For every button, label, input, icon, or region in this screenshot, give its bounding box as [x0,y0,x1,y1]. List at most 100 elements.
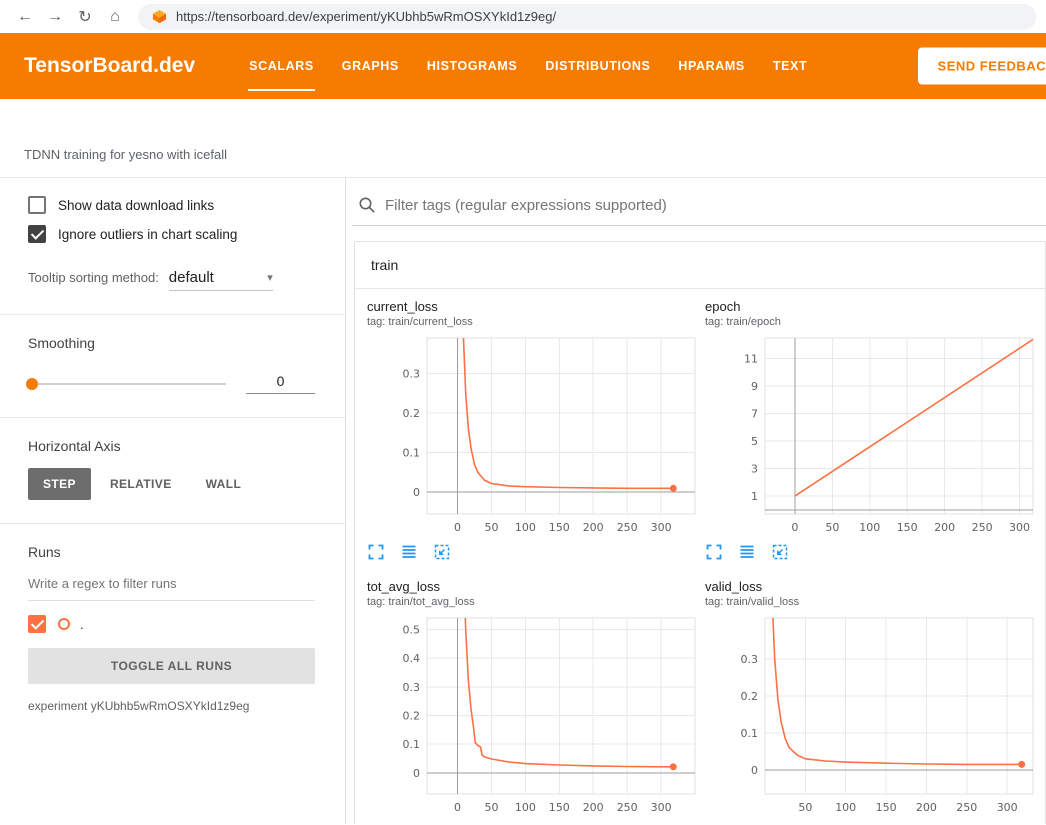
svg-text:100: 100 [515,801,536,814]
forward-icon[interactable]: → [40,8,70,26]
svg-text:0.3: 0.3 [403,368,421,381]
svg-text:200: 200 [916,801,937,814]
svg-text:300: 300 [651,801,672,814]
svg-text:250: 250 [617,521,638,534]
chart-tag: tag: train/current_loss [367,316,697,328]
data-table-icon[interactable] [738,823,756,824]
chart-toolbar [367,543,697,561]
show-download-links-label: Show data download links [58,198,214,213]
show-download-links-row[interactable]: Show data download links [28,196,315,214]
runs-filter-input[interactable] [28,576,315,601]
svg-text:0.3: 0.3 [403,681,421,694]
ignore-outliers-checkbox[interactable] [28,225,46,243]
address-bar[interactable]: https://tensorboard.dev/experiment/yKUbh… [138,4,1036,30]
expand-chart-icon[interactable] [705,543,723,561]
ignore-outliers-row[interactable]: Ignore outliers in chart scaling [28,225,315,243]
expand-chart-icon[interactable] [367,823,385,824]
expand-chart-icon[interactable] [367,543,385,561]
svg-text:250: 250 [972,521,993,534]
reload-icon[interactable]: ↻ [70,7,100,27]
smoothing-slider[interactable] [28,383,226,385]
fit-domain-icon[interactable] [771,823,789,824]
smoothing-value-input[interactable]: 0 [246,373,315,394]
toggle-all-runs-button[interactable]: TOGGLE ALL RUNS [28,648,315,684]
svg-text:250: 250 [956,801,977,814]
home-icon[interactable]: ⌂ [100,8,130,26]
chart-tot-avg-loss: tot_avg_loss tag: train/tot_avg_loss 050… [367,579,697,824]
svg-text:100: 100 [835,801,856,814]
svg-text:0.3: 0.3 [741,653,759,666]
svg-text:150: 150 [549,801,570,814]
sidebar-divider [0,417,345,418]
svg-text:200: 200 [934,521,955,534]
svg-text:0: 0 [791,521,798,534]
svg-text:0.1: 0.1 [741,727,759,740]
svg-text:7: 7 [751,408,758,421]
chart-toolbar [367,823,697,824]
svg-text:300: 300 [1009,521,1030,534]
svg-text:150: 150 [549,521,570,534]
data-table-icon[interactable] [738,543,756,561]
svg-text:50: 50 [485,521,499,534]
svg-text:9: 9 [751,380,758,393]
tag-group-title: train [371,257,398,273]
runs-label: Runs [28,544,315,560]
relative-button[interactable]: RELATIVE [95,468,187,500]
run-checkbox[interactable] [28,615,46,633]
sidebar-divider [0,314,345,315]
tag-group-header[interactable]: train [355,242,1045,289]
data-table-icon[interactable] [400,543,418,561]
svg-text:0.2: 0.2 [403,710,421,723]
svg-text:200: 200 [583,521,604,534]
tab-histograms[interactable]: HISTOGRAMS [413,33,532,99]
tab-scalars[interactable]: SCALARS [235,33,328,99]
svg-text:200: 200 [583,801,604,814]
tag-filter-input[interactable] [385,197,1046,214]
svg-text:300: 300 [651,521,672,534]
horizontal-axis-label: Horizontal Axis [28,438,315,454]
chart-toolbar [705,543,1035,561]
nav-tabs: SCALARS GRAPHS HISTOGRAMS DISTRIBUTIONS … [235,33,821,99]
tooltip-sorting-value: default [169,269,214,286]
svg-text:1: 1 [751,490,758,503]
chart-title: epoch [705,299,1035,314]
smoothing-slider-thumb[interactable] [26,378,38,390]
chart-title: valid_loss [705,579,1035,594]
svg-text:0: 0 [413,767,420,780]
wall-button[interactable]: WALL [191,468,257,500]
svg-text:0.5: 0.5 [403,624,421,637]
svg-text:50: 50 [485,801,499,814]
data-table-icon[interactable] [400,823,418,824]
tab-graphs[interactable]: GRAPHS [328,33,413,99]
svg-text:0: 0 [413,486,420,499]
run-name: . [80,617,84,632]
fit-domain-icon[interactable] [771,543,789,561]
chart-plot[interactable]: 0 50 100 150 200 250 300 0 0.1 0.2 0.3 [367,332,697,538]
fit-domain-icon[interactable] [433,823,451,824]
svg-text:0.2: 0.2 [403,407,421,420]
tab-hparams[interactable]: HPARAMS [664,33,758,99]
svg-text:0.1: 0.1 [403,738,421,751]
show-download-links-checkbox[interactable] [28,196,46,214]
svg-text:3: 3 [751,463,758,476]
experiment-title-bar: TDNN training for yesno with icefall [0,99,1046,178]
chart-plot[interactable]: 0501001502002503001357911 [705,332,1035,538]
chart-plot[interactable]: 05010015020025030000.10.20.30.40.5 [367,612,697,818]
chart-plot[interactable]: 5010015020025030000.10.20.3 [705,612,1035,818]
tab-distributions[interactable]: DISTRIBUTIONS [531,33,664,99]
svg-text:0: 0 [454,521,461,534]
send-feedback-button[interactable]: SEND FEEDBACK [918,48,1046,85]
svg-text:50: 50 [825,521,839,534]
back-icon[interactable]: ← [10,8,40,26]
tooltip-sorting-select[interactable]: default ▾ [169,269,273,291]
chart-epoch: epoch tag: train/epoch 05010015020025030… [705,299,1035,561]
run-item[interactable]: . [28,615,315,633]
smoothing-label: Smoothing [28,335,315,351]
step-button[interactable]: STEP [28,468,91,500]
fit-domain-icon[interactable] [433,543,451,561]
expand-chart-icon[interactable] [705,823,723,824]
svg-text:0.1: 0.1 [403,447,421,460]
svg-text:0: 0 [454,801,461,814]
svg-text:100: 100 [515,521,536,534]
tab-text[interactable]: TEXT [759,33,821,99]
